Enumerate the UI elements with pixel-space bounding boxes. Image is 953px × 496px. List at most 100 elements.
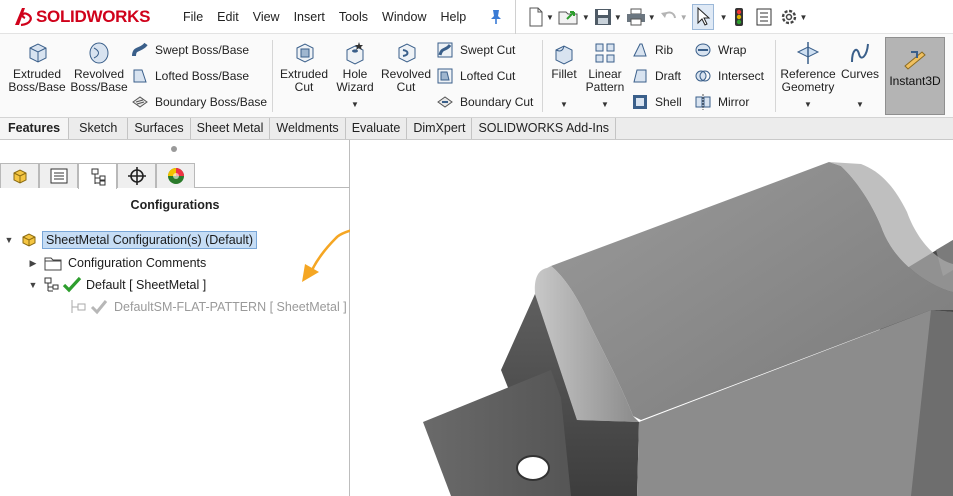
tab-dimxpert[interactable]: DimXpert xyxy=(407,118,473,139)
shell-button[interactable]: Shell xyxy=(631,92,682,112)
crosshair-icon xyxy=(127,167,146,185)
file-properties-button[interactable] xyxy=(756,4,772,30)
lofted-cut-button[interactable]: Lofted Cut xyxy=(436,66,515,86)
draft-label: Draft xyxy=(655,69,682,83)
menu-tools[interactable]: Tools xyxy=(332,6,375,28)
hole-wizard-label: Hole Wizard xyxy=(336,67,374,94)
tab-sketch[interactable]: Sketch xyxy=(69,118,129,139)
wrap-button[interactable]: Wrap xyxy=(694,40,746,60)
configuration-icon xyxy=(44,277,59,292)
annotation-arrow-head xyxy=(302,264,319,282)
chevron-down-icon[interactable]: ▼ xyxy=(560,100,568,109)
draft-button[interactable]: Draft xyxy=(631,66,681,86)
chevron-down-icon[interactable]: ▼ xyxy=(856,100,864,109)
tab-weldments[interactable]: Weldments xyxy=(270,118,346,139)
revolved-cut-icon xyxy=(398,43,416,63)
swept-cut-button[interactable]: Swept Cut xyxy=(436,40,515,60)
chevron-down-icon[interactable]: ▼ xyxy=(546,13,554,22)
tab-display-manager[interactable] xyxy=(156,163,195,188)
tree-item-label: Configuration Comments xyxy=(68,256,207,270)
linear-pattern-button[interactable]: Linear Pattern xyxy=(585,40,625,94)
tab-surfaces[interactable]: Surfaces xyxy=(128,118,191,139)
tab-sheet-metal[interactable]: Sheet Metal xyxy=(190,118,271,139)
print-button[interactable]: ▼ xyxy=(626,4,656,30)
panel-title: Configurations xyxy=(130,198,220,212)
chevron-down-icon[interactable]: ▼ xyxy=(800,13,808,22)
curves-button[interactable]: Curves xyxy=(840,40,880,81)
hole-wizard-button[interactable]: Hole Wizard xyxy=(332,40,378,94)
tab-solidworks-addins[interactable]: SOLIDWORKS Add-Ins xyxy=(472,118,617,139)
swept-boss-button[interactable]: Swept Boss/Base xyxy=(131,40,249,60)
extruded-boss-button[interactable]: Extruded Boss/Base xyxy=(8,40,66,94)
boundary-cut-button[interactable]: Boundary Cut xyxy=(436,92,533,112)
tree-root-configurations[interactable]: ▼ SheetMetal Configuration(s) (Default) xyxy=(4,230,258,250)
boundary-boss-button[interactable]: Boundary Boss/Base xyxy=(131,92,267,112)
extruded-cut-icon xyxy=(296,43,314,63)
chevron-down-icon[interactable]: ▼ xyxy=(614,13,622,22)
collapse-icon[interactable]: ▼ xyxy=(28,280,38,290)
new-document-button[interactable]: ▼ xyxy=(528,4,554,30)
open-button[interactable]: ▼ xyxy=(558,4,590,30)
revolved-boss-label: Revolved Boss/Base xyxy=(70,67,128,94)
revolved-cut-button[interactable]: Revolved Cut xyxy=(380,40,432,94)
pin-menu-icon[interactable] xyxy=(489,9,503,25)
solidworks-logo[interactable]: SOLIDWORKS xyxy=(13,4,150,30)
tree-root-label: SheetMetal Configuration(s) (Default) xyxy=(42,231,258,249)
swept-cut-icon xyxy=(437,42,453,58)
chevron-down-icon[interactable]: ▼ xyxy=(720,13,728,22)
tree-item-configuration-comments[interactable]: ▶ Configuration Comments xyxy=(28,253,206,273)
chevron-down-icon[interactable]: ▼ xyxy=(680,13,688,22)
draft-icon xyxy=(633,69,647,83)
select-button[interactable] xyxy=(691,4,714,30)
linear-pattern-icon xyxy=(595,43,615,63)
tree-item-default-config[interactable]: ▼ Default [ SheetMetal ] xyxy=(28,275,206,295)
linear-pattern-label: Linear Pattern xyxy=(585,67,625,94)
chevron-down-icon[interactable]: ▼ xyxy=(582,13,590,22)
chevron-down-icon[interactable]: ▼ xyxy=(648,13,656,22)
configuration-manager-icon xyxy=(91,168,105,185)
tree-item-flat-pattern-config[interactable]: DefaultSM-FLAT-PATTERN [ SheetMetal ] xyxy=(70,297,347,317)
reference-geometry-button[interactable]: Reference Geometry xyxy=(778,40,838,94)
menu-window[interactable]: Window xyxy=(375,6,433,28)
tab-evaluate[interactable]: Evaluate xyxy=(345,118,408,139)
tab-dimxpert-manager[interactable] xyxy=(117,163,156,188)
sheet-metal-part-model[interactable] xyxy=(351,140,953,496)
revolved-boss-button[interactable]: Revolved Boss/Base xyxy=(70,40,128,94)
fillet-button[interactable]: Fillet xyxy=(547,40,581,81)
lofted-boss-button[interactable]: Lofted Boss/Base xyxy=(131,66,249,86)
collapse-icon[interactable]: ▼ xyxy=(4,235,14,245)
menu-insert[interactable]: Insert xyxy=(287,6,332,28)
shell-icon xyxy=(633,95,647,109)
mirror-button[interactable]: Mirror xyxy=(694,92,749,112)
undo-button[interactable]: ▼ xyxy=(660,4,688,30)
tab-features[interactable]: Features xyxy=(0,118,70,139)
options-button[interactable]: ▼ xyxy=(780,4,808,30)
ds-logo-icon xyxy=(15,8,32,27)
chevron-down-icon[interactable]: ▼ xyxy=(601,100,609,109)
extruded-cut-button[interactable]: Extruded Cut xyxy=(278,40,330,94)
lofted-boss-icon xyxy=(133,69,147,83)
traffic-light-icon xyxy=(734,8,743,26)
chevron-down-icon[interactable]: ▼ xyxy=(351,100,359,109)
save-button[interactable]: ▼ xyxy=(594,4,622,30)
menu-help[interactable]: Help xyxy=(434,6,474,28)
tab-property-manager[interactable] xyxy=(39,163,78,188)
rebuild-button[interactable] xyxy=(734,4,744,30)
menu-edit[interactable]: Edit xyxy=(210,6,246,28)
expand-icon[interactable]: ▶ xyxy=(28,258,38,269)
chevron-down-icon[interactable]: ▼ xyxy=(804,100,812,109)
swept-boss-label: Swept Boss/Base xyxy=(155,43,250,57)
tab-feature-manager[interactable] xyxy=(0,163,39,188)
menu-view[interactable]: View xyxy=(246,6,287,28)
menu-file[interactable]: File xyxy=(176,6,210,28)
intersect-button[interactable]: Intersect xyxy=(694,66,764,86)
instant3d-button[interactable]: Instant3D xyxy=(885,37,945,115)
ribbon-divider xyxy=(775,40,776,112)
extruded-cut-label: Extruded Cut xyxy=(279,67,329,94)
tab-configuration-manager[interactable] xyxy=(78,163,117,189)
rib-button[interactable]: Rib xyxy=(631,40,673,60)
panel-splitter-handle[interactable] xyxy=(171,146,177,152)
graphics-area[interactable] xyxy=(351,140,953,496)
boundary-boss-icon xyxy=(132,96,148,108)
toolbar-divider xyxy=(515,0,516,34)
